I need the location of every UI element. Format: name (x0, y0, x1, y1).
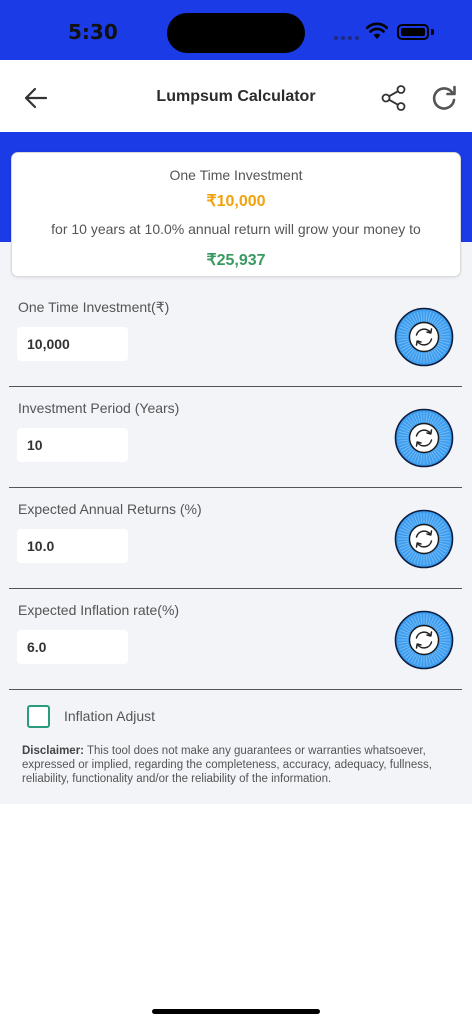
summary-description: for 10 years at 10.0% annual return will… (51, 221, 421, 237)
inflation-input[interactable]: 6.0 (17, 630, 128, 664)
inflation-adjust-checkbox[interactable] (27, 705, 50, 728)
reset-dial-icon[interactable] (394, 307, 454, 367)
investment-input[interactable]: 10,000 (17, 327, 128, 361)
returns-label: Expected Annual Returns (%) (18, 501, 202, 517)
refresh-icon[interactable] (430, 84, 458, 112)
period-label: Investment Period (Years) (18, 400, 180, 416)
reset-dial-icon[interactable] (394, 610, 454, 670)
investment-label: One Time Investment(₹) (18, 299, 170, 315)
dynamic-island (167, 13, 305, 53)
signal-icon (334, 36, 360, 40)
battery-icon (397, 24, 429, 40)
divider (9, 689, 462, 690)
divider (9, 487, 462, 488)
returns-input[interactable]: 10.0 (17, 529, 128, 563)
status-bar: 5:30 (0, 0, 472, 60)
inflation-label: Expected Inflation rate(%) (18, 602, 180, 618)
status-time: 5:30 (68, 20, 118, 44)
nav-bar: Lumpsum Calculator (0, 60, 472, 132)
inflation-adjust-label: Inflation Adjust (64, 708, 156, 724)
disclaimer: Disclaimer: This tool does not make any … (22, 744, 452, 786)
summary-card: One Time Investment ₹10,000 for 10 years… (11, 152, 461, 277)
share-icon[interactable] (380, 84, 408, 112)
summary-result: ₹25,937 (206, 252, 266, 269)
period-input[interactable]: 10 (17, 428, 128, 462)
reset-dial-icon[interactable] (394, 408, 454, 468)
home-indicator (152, 1009, 320, 1014)
summary-amount: ₹10,000 (206, 193, 266, 210)
disclaimer-text: This tool does not make any guarantees o… (22, 745, 432, 785)
summary-label: One Time Investment (169, 167, 303, 183)
divider (9, 588, 462, 589)
reset-dial-icon[interactable] (394, 509, 454, 569)
divider (9, 386, 462, 387)
wifi-icon (366, 22, 388, 39)
disclaimer-title: Disclaimer: (22, 745, 85, 757)
